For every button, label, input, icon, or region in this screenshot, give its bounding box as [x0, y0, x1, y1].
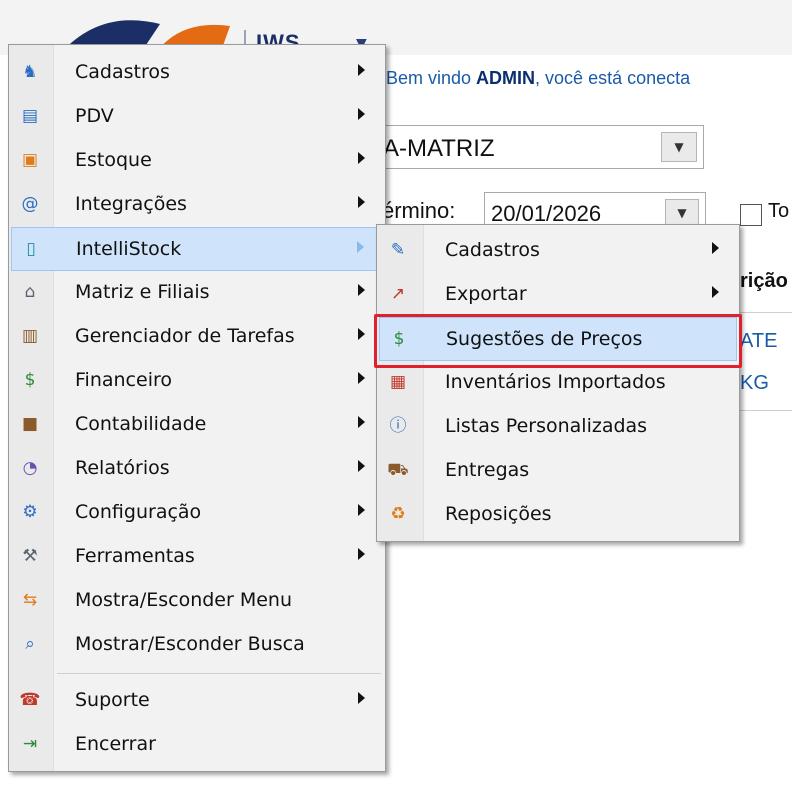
submenu-arrow-icon: [358, 152, 365, 164]
menu-item-encerrar[interactable]: ⇥ Encerrar: [11, 723, 383, 767]
menu-item-gerenciador-tarefas[interactable]: ▥ Gerenciador de Tarefas: [11, 315, 383, 359]
menu-item-cadastros[interactable]: ♞ Cadastros: [11, 51, 383, 95]
menu-item-label: IntelliStock: [76, 238, 182, 260]
annotation-red-border: [374, 314, 742, 368]
submenu-arrow-icon: [358, 372, 365, 384]
menu-item-label: Relatórios: [75, 457, 170, 479]
replenishment-icon: ♻: [390, 503, 406, 524]
submenu-arrow-icon: [712, 286, 719, 298]
grid-divider: [740, 410, 792, 411]
menu-item-pdv[interactable]: ▤ PDV: [11, 95, 383, 139]
submenu-arrow-icon: [712, 242, 719, 254]
submenu-arrow-icon: [358, 416, 365, 428]
submenu-item-label: Listas Personalizadas: [445, 415, 648, 437]
telephone-icon: ☎: [19, 689, 41, 710]
cadastros-icon: ♞: [22, 61, 38, 82]
menu-item-relatorios[interactable]: ◔ Relatórios: [11, 447, 383, 491]
chevron-down-icon[interactable]: ▼: [661, 132, 697, 162]
submenu-arrow-icon: [358, 504, 365, 516]
inventory-icon: ▦: [389, 371, 407, 392]
menu-item-label: Mostrar/Esconder Busca: [75, 633, 305, 655]
submenu-arrow-icon: [358, 108, 365, 120]
menu-item-matriz-filiais[interactable]: ⌂ Matriz e Filiais: [11, 271, 383, 315]
menu-item-label: Ferramentas: [75, 545, 195, 567]
configuration-icon: ⚙: [22, 501, 38, 522]
submenu-arrow-icon: [358, 548, 365, 560]
exit-door-icon: ⇥: [22, 733, 38, 754]
menu-item-label: Contabilidade: [75, 413, 207, 435]
menu-item-integracoes[interactable]: @ Integrações: [11, 183, 383, 227]
house-icon: ⌂: [24, 281, 36, 302]
submenu-item-exportar[interactable]: ↗ Exportar: [379, 273, 737, 317]
estoque-boxes-icon: ▣: [21, 149, 39, 170]
menu-item-label: Estoque: [75, 149, 152, 171]
submenu-item-label: Inventários Importados: [445, 371, 666, 393]
delivery-icon: ⛟: [387, 459, 409, 480]
menu-item-estoque[interactable]: ▣ Estoque: [11, 139, 383, 183]
menu-item-label: Financeiro: [75, 369, 172, 391]
magnifier-icon: ⌕: [25, 633, 35, 654]
menu-item-label: Mostra/Esconder Menu: [75, 589, 293, 611]
submenu-item-label: Exportar: [445, 283, 527, 305]
submenu-arrow-icon: [358, 460, 365, 472]
welcome-message: Bem vindo ADMIN, você está conecta: [386, 68, 691, 88]
menu-item-label: Matriz e Filiais: [75, 281, 210, 303]
submenu-arrow-icon: [358, 64, 365, 76]
at-sign-icon: @: [21, 193, 39, 214]
term-date-label: érmino:: [382, 198, 456, 223]
grid-divider: [740, 312, 792, 313]
main-menu: ♞ Cadastros ▤ PDV ▣ Estoque @ Integraçõe…: [8, 44, 386, 772]
submenu-arrow-icon: [358, 692, 365, 704]
company-select[interactable]: A-MATRIZ ▼: [350, 125, 704, 169]
menu-item-label: Suporte: [75, 689, 150, 711]
menu-item-intellistock[interactable]: ▯ IntelliStock: [11, 227, 383, 271]
menu-separator: [57, 673, 381, 674]
submenu-item-listas-personalizadas[interactable]: ⓘ Listas Personalizadas: [379, 405, 737, 449]
briefcase-icon: ■: [21, 413, 39, 434]
submenu-item-reposicoes[interactable]: ♻ Reposições: [379, 493, 737, 537]
pdv-register-icon: ▤: [21, 105, 39, 126]
hammer-icon: ⚒: [22, 545, 38, 566]
toggle-menu-icon: ⇆: [22, 589, 38, 610]
submenu-item-label: Cadastros: [445, 239, 540, 261]
menu-item-contabilidade[interactable]: ■ Contabilidade: [11, 403, 383, 447]
clipboard-icon: ▥: [21, 325, 39, 346]
submenu-item-label: Entregas: [445, 459, 530, 481]
submenu-arrow-icon: [358, 196, 365, 208]
submenu-arrow-icon: [357, 241, 364, 253]
menu-item-suporte[interactable]: ☎ Suporte: [11, 679, 383, 723]
submenu-item-entregas[interactable]: ⛟ Entregas: [379, 449, 737, 493]
menu-item-mostrar-esconder-busca[interactable]: ⌕ Mostrar/Esconder Busca: [11, 623, 383, 667]
export-icon: ↗: [390, 283, 406, 304]
reports-icon: ◔: [22, 457, 38, 478]
submenu-arrow-icon: [358, 284, 365, 296]
info-icon: ⓘ: [389, 415, 407, 436]
grid-column-header: rição: [740, 270, 788, 292]
menu-item-label: PDV: [75, 105, 114, 127]
grid-cell[interactable]: ATE: [740, 330, 777, 353]
option-checkbox[interactable]: [740, 204, 762, 226]
option-checkbox-label: To: [768, 200, 790, 222]
intellistock-submenu: ✎ Cadastros ↗ Exportar $ Sugestões de Pr…: [376, 224, 740, 542]
menu-item-ferramentas[interactable]: ⚒ Ferramentas: [11, 535, 383, 579]
menu-item-mostra-esconder-menu[interactable]: ⇆ Mostra/Esconder Menu: [11, 579, 383, 623]
menu-item-configuracao[interactable]: ⚙ Configuração: [11, 491, 383, 535]
menu-item-label: Configuração: [75, 501, 202, 523]
menu-item-label: Gerenciador de Tarefas: [75, 325, 295, 347]
menu-item-label: Integrações: [75, 193, 187, 215]
intellistock-icon: ▯: [26, 238, 36, 259]
menu-item-financeiro[interactable]: $ Financeiro: [11, 359, 383, 403]
money-bag-icon: $: [24, 369, 36, 390]
calendar-dropdown-icon[interactable]: ▼: [665, 199, 699, 227]
annotation-highlight-box: [374, 314, 742, 368]
menu-item-label: Cadastros: [75, 61, 170, 83]
tools-icon: ✎: [390, 239, 406, 260]
grid-cell[interactable]: KG: [740, 372, 769, 395]
company-select-value: A-MATRIZ: [383, 135, 495, 162]
submenu-item-label: Reposições: [445, 503, 552, 525]
menu-item-label: Encerrar: [75, 733, 156, 755]
submenu-item-cadastros[interactable]: ✎ Cadastros: [379, 229, 737, 273]
submenu-arrow-icon: [358, 328, 365, 340]
